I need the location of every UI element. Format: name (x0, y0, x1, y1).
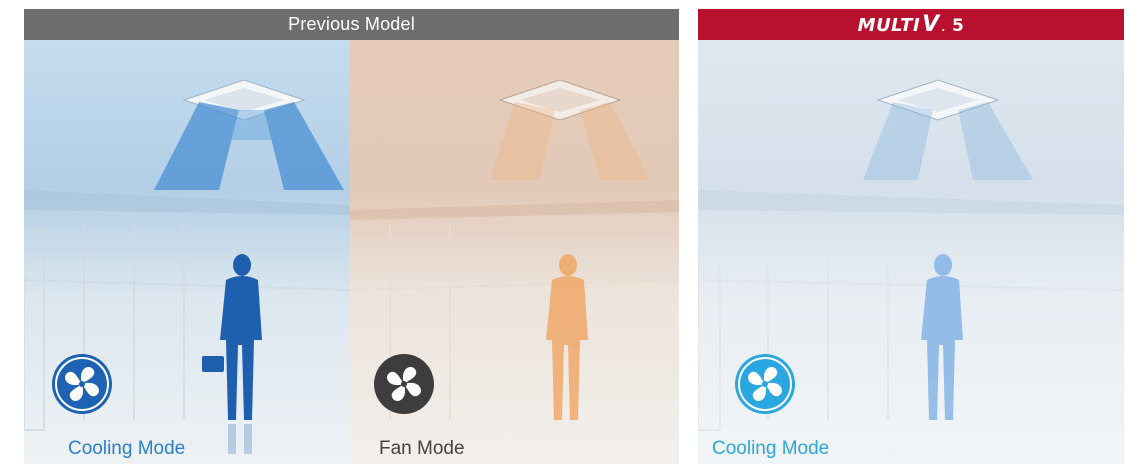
fan-icon (373, 353, 435, 415)
person-silhouette (202, 254, 262, 420)
cooling-fan-icon (51, 353, 113, 415)
previous-model-title: Previous Model (288, 14, 415, 34)
cool-airflow (154, 102, 344, 190)
cooling-mode-scene: Cooling Mode (24, 40, 350, 464)
multi-v5-panel: MULTIV. 5 Cooling Mode (698, 9, 1124, 464)
previous-model-header: Previous Model (24, 9, 679, 40)
multi-v5-logo: MULTIV. 5 (857, 12, 965, 37)
multi-v5-cooling-mode-label: Cooling Mode (712, 438, 830, 459)
fan-mode-label: Fan Mode (379, 438, 465, 459)
person-silhouette (546, 254, 588, 420)
multi-v5-cooling-scene: Cooling Mode (698, 40, 1124, 464)
previous-model-panel: Previous Model Cooling Mode Fan Mode (24, 9, 679, 464)
fan-mode-scene: Fan Mode (350, 40, 679, 464)
cooling-fan-icon (734, 353, 796, 415)
person-silhouette (921, 254, 963, 420)
multi-v5-header: MULTIV. 5 (698, 9, 1124, 40)
cooling-mode-label: Cooling Mode (68, 438, 186, 459)
